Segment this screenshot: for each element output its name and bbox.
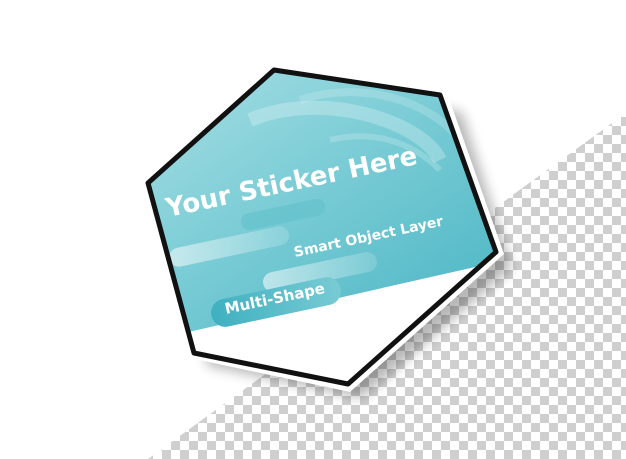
sticker-mockup-canvas: Your Sticker Here Smart Object Layer Mul… xyxy=(142,64,626,459)
mockup-stage: Your Sticker Here Smart Object Layer Mul… xyxy=(0,0,626,459)
